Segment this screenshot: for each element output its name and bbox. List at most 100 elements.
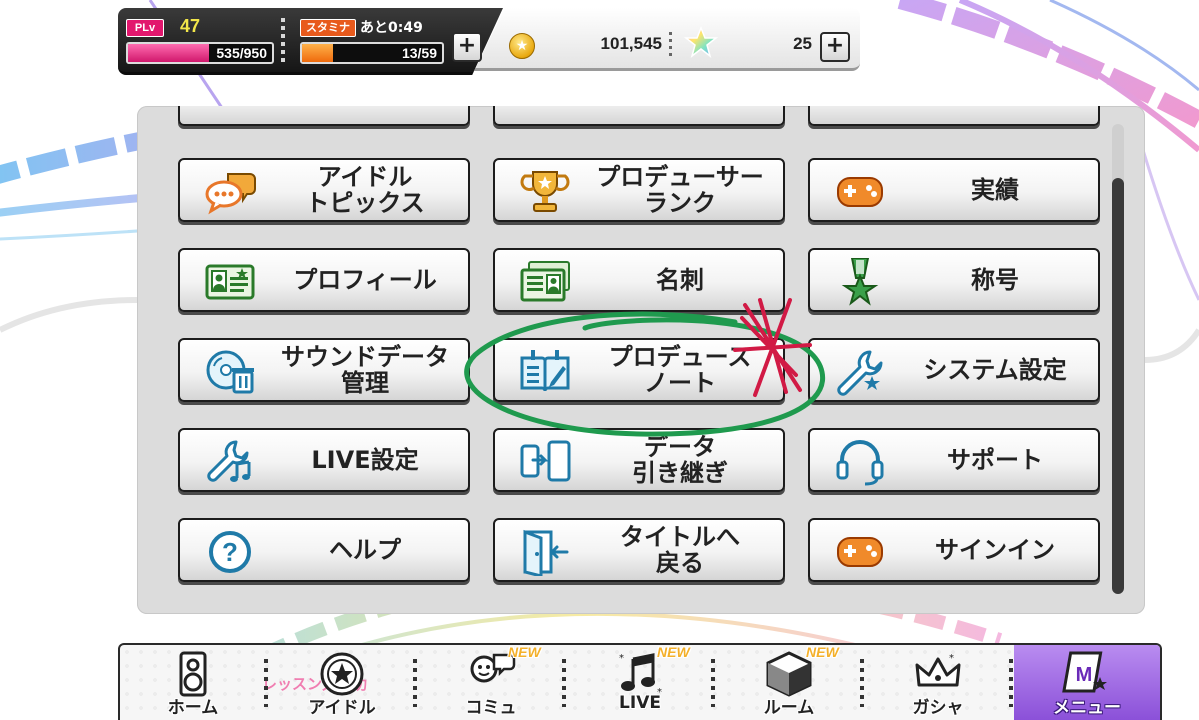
menu-button[interactable]: プロデュース ノート <box>493 338 785 402</box>
business-cards-icon <box>519 258 571 306</box>
phone-transfer-icon <box>519 438 571 486</box>
add-stamina-button[interactable]: + <box>452 32 482 62</box>
nav-tab[interactable]: コミュ NEW <box>418 645 564 720</box>
menu-button[interactable]: アイドル トピックス <box>178 158 470 222</box>
exp-text: 535/950 <box>216 45 267 61</box>
menu-button[interactable]: プロフィール <box>178 248 470 312</box>
menu-button-label: 名刺 <box>656 266 704 294</box>
menu-button[interactable]: 実績 <box>808 158 1100 222</box>
nav-separator <box>1009 659 1013 707</box>
menu-button[interactable]: 称号 <box>808 248 1100 312</box>
menu-button-label: プロフィール <box>293 266 437 294</box>
menu-button-label: プロデュース ノート <box>608 343 752 397</box>
menu-book-icon: M <box>1062 651 1112 697</box>
menu-button-label: LIVE設定 <box>311 446 419 474</box>
menu-button-label: 実績 <box>971 176 1019 204</box>
producer-level-value: 47 <box>180 16 201 36</box>
menu-button[interactable]: サポート <box>808 428 1100 492</box>
nav-separator <box>860 659 864 707</box>
separator <box>281 18 285 62</box>
menu-button-label: ヘルプ <box>329 536 401 564</box>
nav-tab[interactable]: * * LIVE NEW <box>567 645 713 720</box>
nav-tab-label: メニュー <box>1053 698 1121 718</box>
add-jewel-button[interactable]: + <box>820 32 850 62</box>
money-amount: 101,545 <box>600 34 662 53</box>
svg-text:*: * <box>619 653 624 664</box>
nav-tab-label: LIVE <box>619 693 661 713</box>
status-bar: PLv 47 535/950 スタミナ あと0:49 13/59 + ★ 101… <box>118 8 860 75</box>
nav-separator <box>711 659 715 707</box>
nav-tab-label: ガシャ <box>912 698 964 718</box>
separator <box>669 32 672 60</box>
new-badge: NEW <box>806 644 839 660</box>
medal-icon <box>834 257 886 306</box>
menu-button[interactable]: ? ヘルプ <box>178 518 470 582</box>
stamina-bar-fill <box>302 44 333 62</box>
menu-button-partial[interactable] <box>178 106 470 126</box>
exp-bar-fill <box>128 44 210 62</box>
nav-separator <box>264 659 268 707</box>
menu-button[interactable]: サウンドデータ 管理 <box>178 338 470 402</box>
menu-button-label: サインイン <box>935 536 1055 564</box>
menu-panel: アイドル トピックス プロデューサー ランク 実績プロフィール 名刺 称号サウンドデータ… <box>137 106 1145 614</box>
stamina-text: 13/59 <box>401 45 437 61</box>
nav-tab[interactable]: M メニュー <box>1014 645 1160 720</box>
menu-button-label: システム設定 <box>923 356 1067 384</box>
menu-button-label: 称号 <box>971 266 1019 294</box>
nav-tab-label: ルーム <box>763 698 815 718</box>
menu-button-label: データ 引き継ぎ <box>632 433 728 487</box>
nav-tab[interactable]: ホーム <box>120 645 266 720</box>
crown-icon: * <box>913 651 963 697</box>
nav-tab-label: ホーム <box>167 698 219 718</box>
stamina-recover-time: あと0:49 <box>360 20 423 36</box>
menu-button[interactable]: システム設定 <box>808 338 1100 402</box>
star-jewel-icon <box>684 26 718 58</box>
menu-button[interactable]: タイトルへ 戻る <box>493 518 785 582</box>
menu-button-partial[interactable] <box>808 106 1100 126</box>
menu-button-label: アイドル トピックス <box>305 163 425 217</box>
gamepad-icon <box>834 168 886 216</box>
menu-button-label: プロデューサー ランク <box>596 163 764 217</box>
producer-level-badge: PLv <box>126 19 164 37</box>
jewel-amount: 25 <box>793 34 812 53</box>
nav-separator <box>413 659 417 707</box>
profile-card-icon <box>204 258 256 306</box>
cd-trash-icon <box>204 348 256 396</box>
svg-text:*: * <box>949 653 954 664</box>
stamina-badge: スタミナ <box>300 19 356 37</box>
nav-tab-label: アイドル <box>308 698 376 718</box>
speaker-icon <box>168 651 218 697</box>
menu-button[interactable]: データ 引き継ぎ <box>493 428 785 492</box>
scrollbar-thumb[interactable] <box>1112 178 1124 594</box>
wrench-music-icon <box>204 438 256 486</box>
menu-button-label: タイトルへ 戻る <box>620 523 740 577</box>
menu-button-label: サポート <box>947 446 1043 474</box>
gamepad-icon <box>834 528 886 576</box>
star-medal-icon <box>317 651 367 697</box>
new-badge: NEW <box>508 644 541 660</box>
menu-button[interactable]: サインイン <box>808 518 1100 582</box>
stamina-bar: 13/59 <box>300 42 444 64</box>
nav-tab[interactable]: ルーム NEW <box>716 645 862 720</box>
nav-tab[interactable]: アイドル <box>269 645 415 720</box>
new-badge: NEW <box>657 644 690 660</box>
exit-door-icon <box>519 528 571 578</box>
svg-text:?: ? <box>222 537 238 567</box>
exp-bar: 535/950 <box>126 42 274 64</box>
nav-separator <box>562 659 566 707</box>
nav-tab[interactable]: * ガシャ <box>865 645 1011 720</box>
menu-button-partial[interactable] <box>493 106 785 126</box>
trophy-icon <box>519 168 571 216</box>
menu-button[interactable]: 名刺 <box>493 248 785 312</box>
menu-button-label: サウンドデータ 管理 <box>281 343 449 397</box>
headset-icon <box>834 438 886 486</box>
question-icon: ? <box>204 528 256 576</box>
bottom-navigation: レッスン大成功 ホーム アイドル コミュ NEW * * LIVE NEW ルーム NEW * ガシャ… <box>118 643 1162 720</box>
wrench-star-icon <box>834 348 886 396</box>
coin-icon: ★ <box>509 33 535 59</box>
svg-text:M: M <box>1076 664 1093 686</box>
chat-bubbles-icon <box>204 168 256 216</box>
menu-button[interactable]: プロデューサー ランク <box>493 158 785 222</box>
notebook-icon <box>519 348 571 396</box>
menu-button[interactable]: LIVE設定 <box>178 428 470 492</box>
